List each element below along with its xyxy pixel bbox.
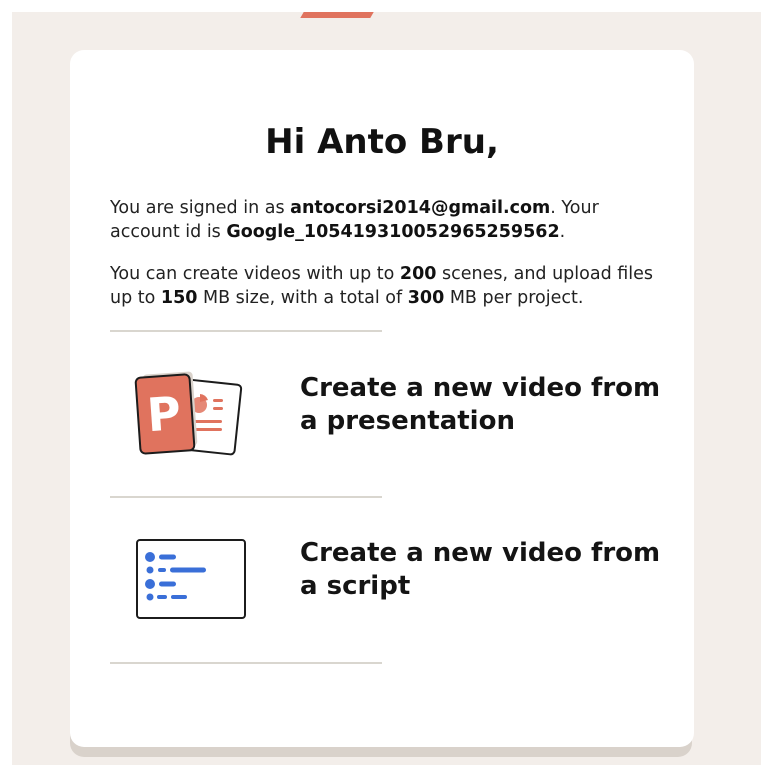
account-id-suffix: . — [559, 222, 566, 242]
divider — [110, 496, 382, 498]
create-from-script-option[interactable]: Create a new video from a script — [110, 530, 670, 650]
limits-text-3: MB size, with a total of — [197, 288, 408, 308]
account-info: You are signed in as antocorsi2014@gmail… — [110, 196, 670, 244]
max-file-size: 150 — [160, 288, 198, 308]
signed-in-text: You are signed in as — [110, 198, 291, 218]
limits-text-1: You can create videos with up to — [110, 264, 400, 284]
option-label: Create a new video from a script — [300, 538, 661, 601]
max-scenes: 200 — [399, 264, 437, 284]
greeting-title: Hi Anto Bru, — [265, 122, 499, 162]
account-email: antocorsi2014@gmail.com — [290, 198, 551, 218]
create-from-presentation-option[interactable]: P Create a new video from a presentation — [110, 365, 670, 485]
svg-text:P: P — [145, 386, 182, 442]
presentation-icon: P — [134, 370, 246, 464]
divider — [110, 330, 382, 332]
decorative-shape — [300, 12, 374, 18]
account-id: Google_105419310052965259562 — [226, 222, 560, 242]
limits-info: You can create videos with up to 200 sce… — [110, 262, 670, 310]
divider — [110, 662, 382, 664]
script-icon — [134, 535, 249, 625]
limits-text-4: MB per project. — [444, 288, 584, 308]
welcome-card: Hi Anto Bru, You are signed in as antoco… — [70, 50, 694, 747]
option-label: Create a new video from a presentation — [300, 373, 661, 436]
max-project-size: 300 — [407, 288, 445, 308]
